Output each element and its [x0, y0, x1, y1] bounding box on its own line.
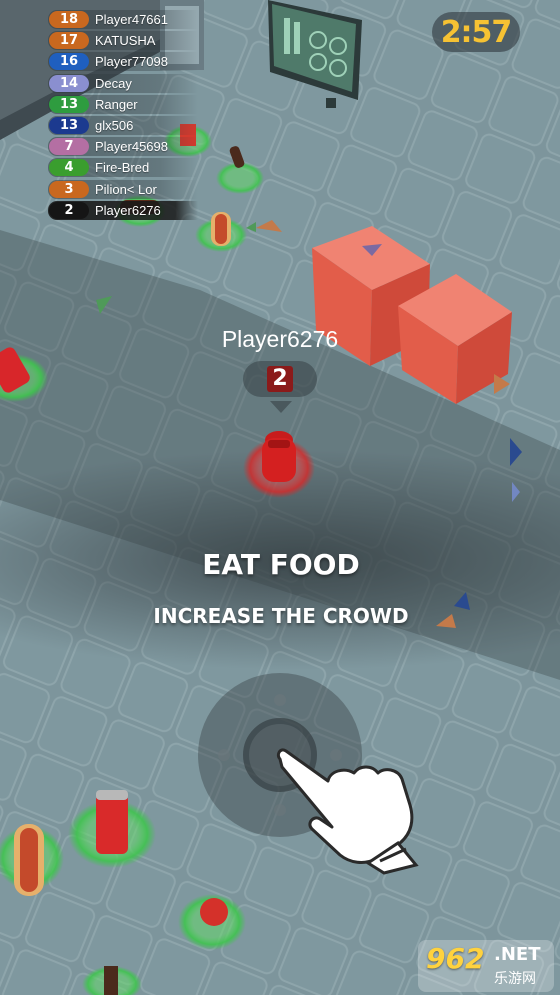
leaderboard-row: 13 Ranger	[48, 94, 198, 114]
leaderboard-name: glx506	[95, 117, 134, 133]
leaderboard-row-self: 2 Player6276	[48, 200, 198, 220]
leaderboard-row: 17 KATUSHA	[48, 31, 198, 51]
leaderboard-row: 14 Decay	[48, 73, 198, 93]
virtual-joystick[interactable]	[198, 673, 362, 837]
watermark-site: 乐游网	[494, 971, 536, 987]
leaderboard-rank: 4	[49, 159, 89, 177]
match-timer: 2:57	[432, 12, 520, 52]
leaderboard-rank: 13	[49, 116, 89, 134]
tutorial-title: EAT FOOD	[202, 548, 360, 581]
leaderboard-rank: 3	[49, 180, 89, 198]
watermark-logo: 962 .NET 乐游网	[418, 940, 554, 992]
leaderboard-name: Ranger	[95, 96, 138, 112]
leaderboard: 18 Player47661 17 KATUSHA 16 Player77098…	[48, 10, 198, 222]
leaderboard-rank: 18	[49, 11, 89, 28]
leaderboard-name: Player6276	[95, 202, 161, 218]
leaderboard-row: 4 Fire-Bred	[48, 158, 198, 178]
leaderboard-row: 16 Player77098	[48, 52, 198, 72]
player-pointer-icon	[270, 401, 292, 413]
leaderboard-rank: 13	[49, 95, 89, 113]
leaderboard-name: Player45698	[95, 139, 168, 155]
player-name-label: Player6276	[221, 326, 339, 352]
leaderboard-rank: 2	[49, 201, 89, 219]
watermark-domain: .NET	[494, 944, 541, 965]
leaderboard-row: 3 Pilion< Lor	[48, 179, 198, 199]
leaderboard-rank: 14	[49, 74, 89, 92]
watermark-number: 962	[426, 942, 485, 975]
leaderboard-name: Player77098	[95, 54, 168, 70]
leaderboard-name: Player47661	[95, 12, 168, 27]
leaderboard-name: Pilion< Lor	[95, 181, 157, 197]
leaderboard-name: KATUSHA	[95, 33, 156, 49]
leaderboard-row: 18 Player47661	[48, 10, 198, 29]
leaderboard-name: Fire-Bred	[95, 160, 150, 176]
crowd-count-badge: 2	[243, 361, 317, 397]
leaderboard-row: 13 glx506	[48, 115, 198, 135]
leaderboard-row: 7 Player45698	[48, 137, 198, 157]
leaderboard-rank: 17	[49, 32, 89, 50]
tutorial-subtitle: INCREASE THE CROWD	[153, 604, 409, 628]
leaderboard-rank: 7	[49, 138, 89, 156]
crowd-count: 2	[267, 366, 293, 392]
leaderboard-rank: 16	[49, 53, 89, 71]
leaderboard-name: Decay	[95, 75, 132, 91]
